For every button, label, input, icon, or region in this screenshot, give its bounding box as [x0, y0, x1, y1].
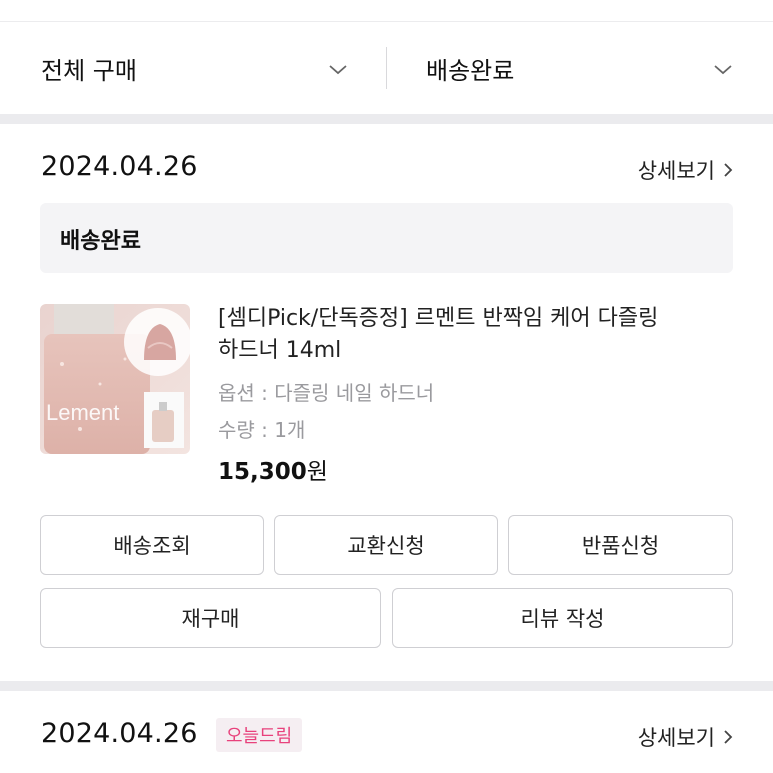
- repurchase-button[interactable]: 재구매: [40, 588, 381, 648]
- product-logo-text: Lement: [46, 400, 120, 425]
- order-header: 2024.04.26 상세보기: [0, 143, 773, 193]
- price-unit: 원: [306, 459, 328, 485]
- price-number: 15,300: [218, 459, 307, 485]
- detail-link-label: 상세보기: [637, 726, 715, 750]
- nail-hardener-image: [40, 304, 190, 454]
- chevron-right-icon: [724, 730, 733, 744]
- filter-bar: 전체 구매 배송완료: [0, 22, 773, 114]
- status-dropdown[interactable]: 배송완료: [426, 22, 736, 114]
- section-separator: [0, 681, 773, 691]
- detail-link[interactable]: 상세보기: [638, 155, 733, 185]
- product-option: 옵션 : 다즐링 네일 하드너: [218, 381, 435, 405]
- filter-divider: [386, 47, 387, 89]
- chevron-right-icon: [724, 163, 733, 177]
- order-date: 2024.04.26: [41, 718, 198, 749]
- purchase-type-label: 전체 구매: [41, 56, 137, 85]
- section-separator: [0, 114, 773, 124]
- return-request-button[interactable]: 반품신청: [508, 515, 733, 575]
- write-review-button[interactable]: 리뷰 작성: [392, 588, 733, 648]
- today-delivery-badge: 오늘드림: [216, 718, 303, 752]
- exchange-request-button[interactable]: 교환신청: [274, 515, 498, 575]
- order-date: 2024.04.26: [41, 151, 198, 182]
- chevron-down-icon: [329, 65, 347, 75]
- track-delivery-button[interactable]: 배송조회: [40, 515, 264, 575]
- purchase-type-dropdown[interactable]: 전체 구매: [41, 22, 361, 114]
- product-name[interactable]: [셈디Pick/단독증정] 르멘트 반짝임 케어 다즐링 하드너 14ml: [218, 303, 678, 367]
- product-thumbnail[interactable]: Lement: [40, 304, 190, 454]
- order-header: 2024.04.26 상세보기: [0, 710, 773, 760]
- detail-link-label: 상세보기: [637, 159, 715, 183]
- delivery-status: 배송완료: [60, 229, 141, 254]
- detail-link[interactable]: 상세보기: [638, 722, 733, 752]
- delivery-status-box: 배송완료: [40, 203, 733, 273]
- product-price: 15,300원: [218, 452, 328, 486]
- status-filter-label: 배송완료: [426, 56, 515, 85]
- product-quantity: 수량 : 1개: [218, 418, 306, 442]
- chevron-down-icon: [714, 65, 732, 75]
